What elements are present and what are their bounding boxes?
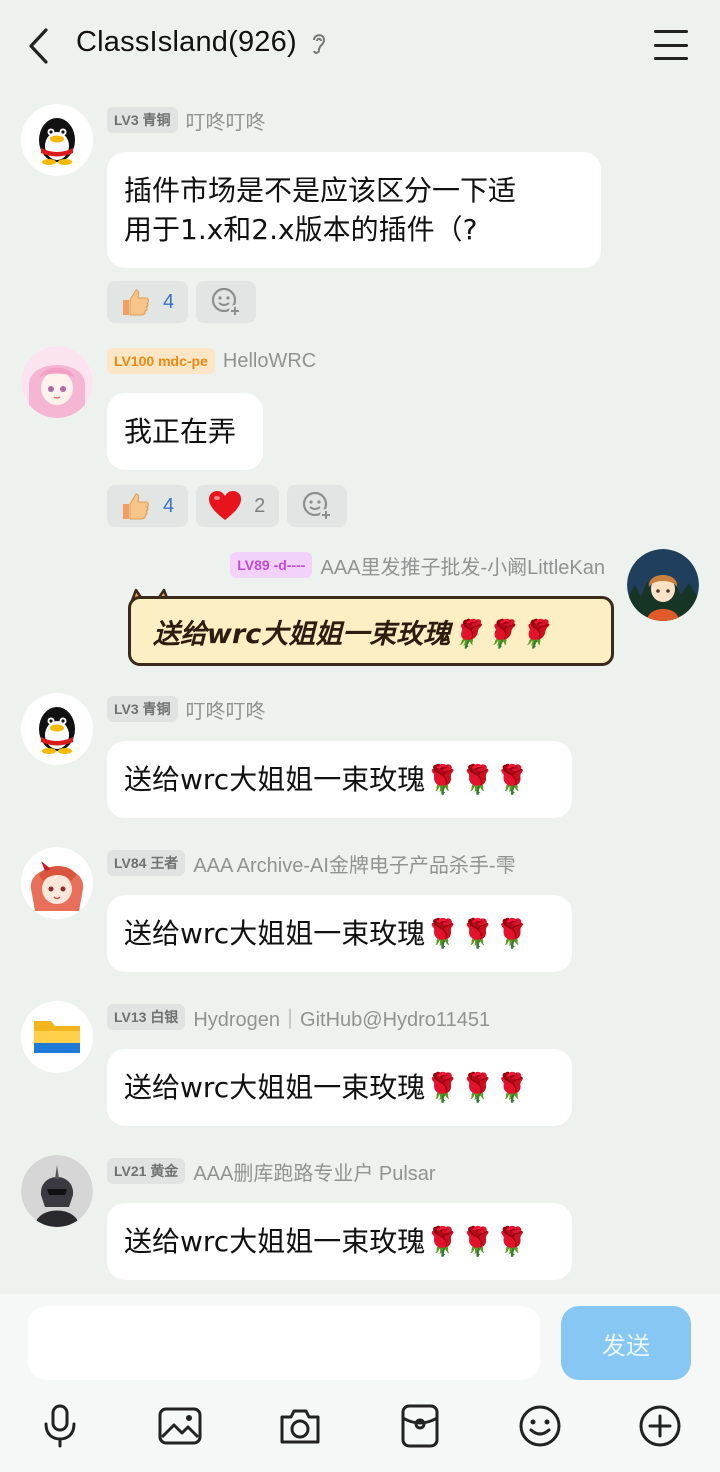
- input-bar: 发送: [0, 1294, 720, 1472]
- message-text-line: 用于1.x和2.x版本的插件（?: [124, 213, 478, 246]
- message-bubble[interactable]: 送给wrc大姐姐一束玫瑰🌹🌹🌹: [107, 1049, 572, 1126]
- message-list[interactable]: LV3 青铜 叮咚叮咚 插件市场是不是应该区分一下适 用于1.x和2.x版本的插…: [0, 92, 720, 1294]
- chat-title-area[interactable]: ClassIsland(926): [76, 26, 331, 59]
- red-hair-anime-avatar[interactable]: [21, 847, 93, 919]
- level-badge: LV3 青铜: [107, 107, 178, 133]
- message-bubble[interactable]: 送给wrc大姐姐一束玫瑰🌹🌹🌹: [107, 741, 572, 818]
- level-badge: LV21 黄金: [107, 1158, 186, 1184]
- qq-penguin-avatar[interactable]: [21, 693, 93, 765]
- image-icon: [158, 1407, 202, 1445]
- sender-meta: LV21 黄金 AAA删库跑路专业户 Pulsar: [107, 1156, 436, 1186]
- reaction-count: 4: [163, 494, 175, 517]
- level-badge: LV89 -d----: [230, 552, 313, 578]
- message-text: 送给wrc大姐姐一束玫瑰🌹🌹🌹: [124, 1071, 530, 1104]
- camera-icon: [280, 1409, 320, 1444]
- reaction-thumbs-up[interactable]: 4: [107, 485, 189, 527]
- message-bubble[interactable]: 插件市场是不是应该区分一下适 用于1.x和2.x版本的插件（?: [107, 152, 601, 268]
- message-text-line: 插件市场是不是应该区分一下适: [124, 174, 517, 207]
- message-bubble[interactable]: 送给wrc大姐姐一束玫瑰🌹🌹🌹: [107, 895, 572, 972]
- sender-name[interactable]: HelloWRC: [223, 350, 316, 373]
- sender-name[interactable]: AAA Archive-AI金牌电子产品杀手-雫: [193, 849, 515, 878]
- sender-meta: LV3 青铜 叮咚叮咚: [107, 694, 266, 724]
- message-text: 送给wrc大姐姐一束玫瑰🌹🌹🌹: [124, 917, 530, 950]
- anime-boy-forest-avatar[interactable]: [627, 549, 699, 621]
- voice-button[interactable]: [36, 1402, 84, 1450]
- chat-header: ClassIsland(926): [0, 0, 720, 92]
- emoji-button[interactable]: [516, 1402, 564, 1450]
- reaction-bar: 4: [107, 281, 257, 323]
- sender-name[interactable]: AAA里发推子批发-小阚LittleKan: [320, 551, 605, 580]
- sender-name[interactable]: AAA删库跑路专业户 Pulsar: [193, 1157, 435, 1186]
- hamburger-menu-icon: [654, 30, 688, 33]
- send-button[interactable]: 发送: [561, 1306, 691, 1380]
- sender-meta: LV100 mdc-pe HelloWRC: [107, 346, 316, 376]
- red-packet-button[interactable]: [396, 1402, 444, 1450]
- reaction-heart[interactable]: 2: [196, 485, 280, 527]
- emoji-icon: [519, 1405, 561, 1447]
- message-text: 我正在弄: [124, 415, 237, 448]
- sender-name[interactable]: 叮咚叮咚: [186, 106, 266, 135]
- sender-name[interactable]: Hydrogen｜GitHub@Hydro11451: [193, 1003, 490, 1032]
- message-bubble[interactable]: 我正在弄: [107, 393, 263, 470]
- dark-knight-avatar[interactable]: [21, 1155, 93, 1227]
- level-badge: LV100 mdc-pe: [107, 348, 215, 374]
- reaction-bar: 4 2: [107, 485, 348, 527]
- add-emoji-icon: [212, 287, 242, 317]
- reaction-count: 2: [254, 494, 266, 517]
- pink-hair-anime-avatar[interactable]: [21, 346, 93, 418]
- folder-avatar[interactable]: [21, 1001, 93, 1073]
- ear-icon: [309, 29, 331, 57]
- sender-meta: LV89 -d---- AAA里发推子批发-小阚LittleKan: [230, 550, 605, 580]
- back-button[interactable]: [20, 24, 56, 68]
- sender-name[interactable]: 叮咚叮咚: [186, 695, 266, 724]
- chevron-left-icon: [29, 28, 48, 64]
- reaction-thumbs-up[interactable]: 4: [107, 281, 189, 323]
- sender-meta: LV13 白银 Hydrogen｜GitHub@Hydro11451: [107, 1002, 490, 1032]
- thumbs-up-icon: [123, 493, 149, 520]
- qq-penguin-avatar[interactable]: [21, 104, 93, 176]
- add-reaction-button[interactable]: [287, 485, 348, 527]
- red-packet-icon: [401, 1404, 439, 1448]
- sender-meta: LV84 王者 AAA Archive-AI金牌电子产品杀手-雫: [107, 848, 516, 878]
- menu-button[interactable]: [654, 30, 688, 60]
- add-reaction-button[interactable]: [196, 281, 257, 323]
- input-toolbar: [0, 1402, 720, 1452]
- thumbs-up-icon: [123, 289, 149, 316]
- microphone-icon: [44, 1404, 76, 1448]
- message-text: 送给wrc大姐姐一束玫瑰🌹🌹🌹: [124, 763, 530, 796]
- message-text: 送给wrc大姐姐一束玫瑰🌹🌹🌹: [124, 1225, 530, 1258]
- reaction-count: 4: [163, 290, 175, 313]
- heart-icon: [209, 491, 242, 520]
- message-input[interactable]: [28, 1306, 540, 1380]
- message-text: 送给wrc大姐姐一束玫瑰🌹🌹🌹: [153, 618, 552, 650]
- message-bubble[interactable]: 送给wrc大姐姐一束玫瑰🌹🌹🌹: [128, 596, 614, 666]
- plus-icon: [639, 1405, 681, 1447]
- image-button[interactable]: [156, 1402, 204, 1450]
- add-emoji-icon: [303, 491, 333, 521]
- chat-title: ClassIsland(926): [76, 26, 297, 58]
- camera-button[interactable]: [276, 1402, 324, 1450]
- level-badge: LV3 青铜: [107, 696, 178, 722]
- sender-meta: LV3 青铜 叮咚叮咚: [107, 105, 266, 135]
- level-badge: LV84 王者: [107, 850, 186, 876]
- more-button[interactable]: [636, 1402, 684, 1450]
- level-badge: LV13 白银: [107, 1004, 186, 1030]
- message-bubble[interactable]: 送给wrc大姐姐一束玫瑰🌹🌹🌹: [107, 1203, 572, 1280]
